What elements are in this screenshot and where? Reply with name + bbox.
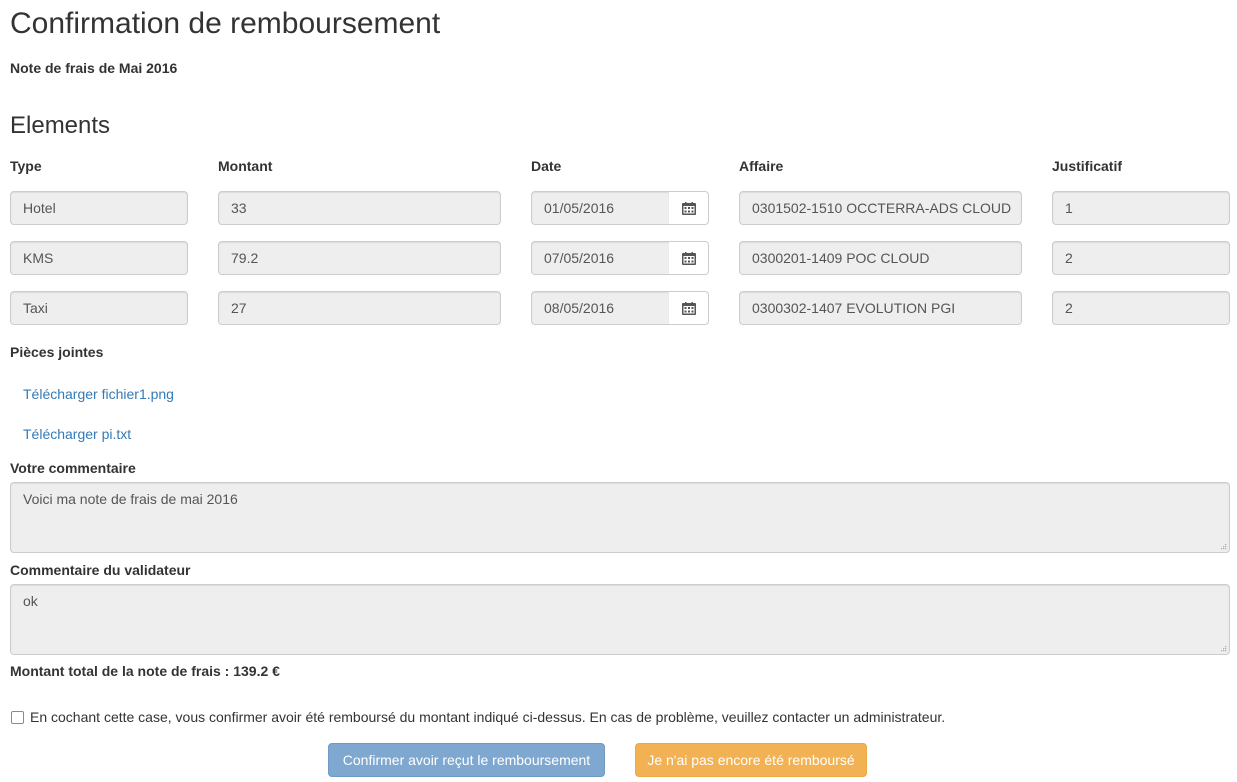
type-field[interactable]: Hotel — [10, 191, 188, 225]
project-field[interactable]: 0300302-1407 EVOLUTION PGI — [739, 291, 1022, 325]
resize-grip-icon[interactable] — [1219, 644, 1227, 652]
column-header-amount: Montant — [218, 158, 273, 174]
receipt-field[interactable]: 2 — [1052, 291, 1230, 325]
column-header-type: Type — [10, 158, 42, 174]
not-reimbursed-button[interactable]: Je n'ai pas encore été remboursé — [635, 743, 867, 777]
column-header-receipt: Justificatif — [1052, 158, 1123, 174]
receipt-field[interactable]: 1 — [1052, 191, 1230, 225]
user-comment-label: Votre commentaire — [10, 460, 136, 476]
validator-comment-label: Commentaire du validateur — [10, 562, 191, 578]
resize-grip-icon[interactable] — [1219, 542, 1227, 550]
attachments-label: Pièces jointes — [10, 344, 104, 360]
total-amount: Montant total de la note de frais : 139.… — [10, 663, 280, 679]
reimbursement-confirm-text: En cochant cette case, vous confirmer av… — [30, 709, 946, 725]
validator-comment-text: ok — [23, 593, 38, 609]
date-field[interactable]: 07/05/2016 — [531, 241, 670, 275]
download-link-fichier1[interactable]: Télécharger fichier1.png — [23, 384, 174, 404]
elements-heading: Elements — [10, 112, 111, 139]
reimbursement-confirm-checkbox[interactable] — [11, 711, 24, 724]
project-field[interactable]: 0301502-1510 OCCTERRA-ADS CLOUD — [739, 191, 1022, 225]
receipt-field[interactable]: 2 — [1052, 241, 1230, 275]
type-field[interactable]: KMS — [10, 241, 188, 275]
type-field[interactable]: Taxi — [10, 291, 188, 325]
expense-report-subtitle: Note de frais de Mai 2016 — [10, 60, 178, 76]
page-title: Confirmation de remboursement — [10, 7, 441, 40]
user-comment-textarea[interactable]: Voici ma note de frais de mai 2016 — [10, 482, 1230, 553]
date-picker-button[interactable] — [669, 291, 709, 325]
user-comment-text: Voici ma note de frais de mai 2016 — [23, 491, 238, 507]
amount-field[interactable]: 79.2 — [218, 241, 501, 275]
download-link-pi[interactable]: Télécharger pi.txt — [23, 424, 131, 444]
calendar-icon — [681, 251, 696, 265]
column-header-project: Affaire — [739, 158, 784, 174]
calendar-icon — [681, 201, 696, 215]
column-header-date: Date — [531, 158, 562, 174]
date-picker-button[interactable] — [669, 241, 709, 275]
amount-field[interactable]: 33 — [218, 191, 501, 225]
validator-comment-textarea[interactable]: ok — [10, 584, 1230, 655]
amount-field[interactable]: 27 — [218, 291, 501, 325]
project-field[interactable]: 0300201-1409 POC CLOUD — [739, 241, 1022, 275]
confirm-reimbursement-button[interactable]: Confirmer avoir reçut le remboursement — [328, 743, 605, 777]
calendar-icon — [681, 301, 696, 315]
date-picker-button[interactable] — [669, 191, 709, 225]
date-field[interactable]: 08/05/2016 — [531, 291, 670, 325]
date-field[interactable]: 01/05/2016 — [531, 191, 670, 225]
